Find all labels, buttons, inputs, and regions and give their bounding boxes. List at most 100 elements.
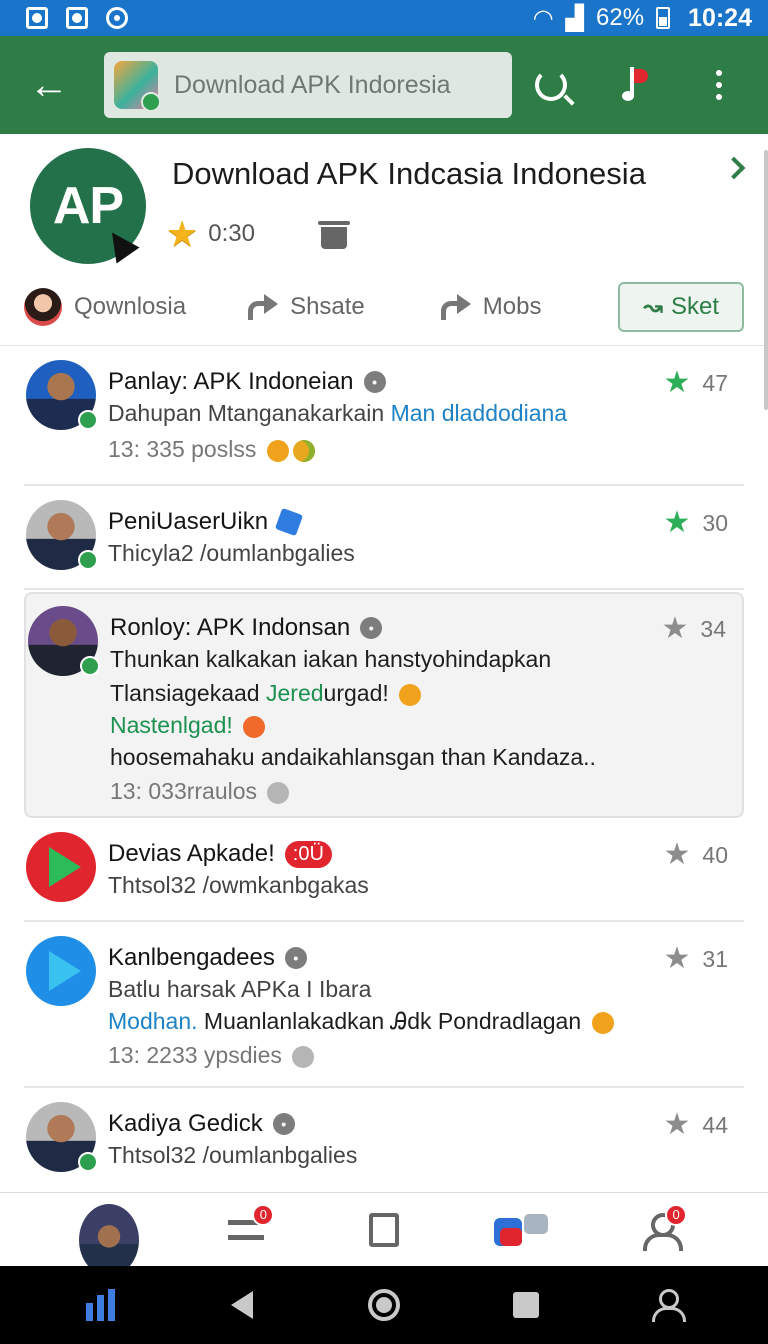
list-item[interactable]: PeniUaserUikn Thicyla2 /oumlanbgalies ★ 3… — [24, 486, 744, 590]
item-line: Dahupan Mtanganakarkain Man dladdodiana — [108, 400, 568, 426]
avatar[interactable] — [26, 500, 98, 570]
play-store-logo[interactable] — [26, 832, 96, 902]
item-name: Devias Apkade!:0Ü — [108, 840, 332, 868]
item-name: Panlay: APK Indoneian • — [108, 368, 386, 396]
clock: 10:24 — [688, 3, 752, 32]
status-bar: ◠ ▟ 62% 10:24 — [0, 0, 768, 36]
item-score[interactable]: ★ 40 — [664, 840, 729, 870]
item-score[interactable]: ★ 44 — [664, 1110, 729, 1140]
gallery-icon — [26, 7, 48, 29]
user-nav-icon[interactable] — [637, 1275, 697, 1335]
rating-value: 0:30 — [208, 220, 255, 247]
scrollbar[interactable] — [764, 150, 768, 410]
sket-button[interactable]: ↝ Sket — [618, 282, 744, 332]
avatar[interactable] — [26, 360, 98, 430]
search-field[interactable]: Download APK Indoresia — [104, 52, 512, 118]
item-meta: 13: 033rraulos — [110, 778, 290, 805]
menu-bars-icon[interactable] — [71, 1275, 131, 1335]
recents-icon[interactable] — [496, 1275, 556, 1335]
item-meta: 13: 2233 ypsdies — [108, 1042, 315, 1069]
item-line: Thtsol32 /owmkanbgakas — [108, 872, 369, 898]
item-line: Modhan. Muanlanlakadkan Ꭿdk Pondradlagan — [108, 1008, 614, 1035]
item-score[interactable]: ★ 31 — [664, 944, 729, 974]
chevron-right-icon[interactable] — [722, 156, 746, 180]
star-icon: ★ — [663, 506, 691, 539]
play-icon — [49, 951, 81, 991]
star-icon: ★ — [166, 213, 199, 254]
download-action-label: Qownlosia — [74, 293, 187, 320]
list-item[interactable]: Kadiya Gedick • Thtsol32 /oumlanbgalies ★… — [24, 1088, 744, 1192]
emoji-icon — [591, 1011, 614, 1034]
info-icon: • — [363, 371, 386, 393]
feed-list: Panlay: APK Indoneian • Dahupan Mtanganak… — [0, 348, 768, 1192]
home-icon[interactable] — [354, 1275, 414, 1335]
notification-badge: 0 — [252, 1203, 275, 1226]
item-link[interactable]: Man dladdodiana — [391, 400, 567, 426]
edit-icon — [368, 1212, 399, 1247]
tab-edit[interactable] — [354, 1200, 414, 1260]
avatar — [78, 1203, 139, 1276]
item-line: hoosemahaku andaikahlansgan than Kandaza… — [110, 744, 596, 770]
refresh-icon[interactable] — [526, 60, 576, 110]
emoji-icon — [266, 439, 289, 462]
share-action[interactable]: Shsate — [246, 293, 365, 321]
item-score[interactable]: ★ 34 — [662, 614, 727, 644]
verified-badge-icon — [80, 656, 100, 676]
item-link[interactable]: Modhan. — [108, 1008, 198, 1034]
back-arrow-icon[interactable]: ← — [24, 60, 74, 110]
tab-swap[interactable]: 0 — [216, 1200, 276, 1260]
info-icon: • — [360, 617, 383, 639]
app-toolbar: ← Download APK Indoresia — [0, 36, 768, 134]
list-item[interactable]: Panlay: APK Indoneian • Dahupan Mtanganak… — [24, 348, 744, 486]
verified-badge-icon — [78, 410, 98, 430]
tab-profile[interactable] — [78, 1200, 139, 1276]
star-icon: ★ — [663, 942, 691, 975]
star-icon: ★ — [663, 366, 691, 399]
app-title: Download APK Indcasia Indonesia — [172, 156, 646, 191]
signal-icon: ▟ — [565, 4, 584, 32]
item-name: Kanlbengadees • — [108, 944, 307, 972]
search-text: Download APK Indoresia — [174, 70, 451, 99]
image-icon — [66, 7, 88, 29]
avatar[interactable] — [28, 606, 100, 676]
back-icon[interactable] — [212, 1275, 272, 1335]
cube-icon — [274, 507, 304, 537]
list-item[interactable]: Devias Apkade!:0Ü Thtsol32 /owmkanbgakas… — [24, 818, 744, 922]
item-name: Kadiya Gedick • — [108, 1110, 295, 1138]
play-icon — [49, 847, 81, 887]
sket-label: Sket — [671, 293, 720, 320]
trash-icon[interactable] — [318, 221, 350, 249]
emoji-icon — [399, 683, 422, 706]
item-score[interactable]: ★ 30 — [664, 508, 729, 538]
share-icon — [246, 294, 279, 320]
status-badge: :0Ü — [284, 840, 332, 868]
star-icon: ★ — [663, 1108, 691, 1141]
sket-icon: ↝ — [642, 293, 664, 321]
item-line: Thtsol32 /oumlanbgalies — [108, 1142, 358, 1168]
music-note-icon[interactable] — [610, 60, 660, 110]
link-icon — [267, 781, 290, 804]
app-header-card: AP Download APK Indcasia Indonesia ★ 0:3… — [0, 134, 768, 346]
item-score[interactable]: ★ 47 — [664, 368, 729, 398]
item-line: Thicyla2 /oumlanbgalies — [108, 540, 355, 566]
avatar — [24, 288, 62, 326]
item-name: PeniUaserUikn — [108, 507, 304, 537]
item-name: Ronloy: APK Indonsan • — [110, 614, 383, 642]
download-action[interactable]: Qownlosia — [24, 288, 186, 326]
list-item[interactable]: Kanlbengadees • Batlu harsak APKa I Ibara… — [24, 922, 744, 1088]
mobs-action[interactable]: Mobs — [439, 293, 542, 321]
record-icon — [106, 7, 128, 29]
wifi-icon: ◠ — [532, 4, 554, 32]
bottom-tab-bar: 0 0 — [0, 1192, 768, 1276]
mobs-action-label: Mobs — [482, 293, 542, 320]
app-thumbnail-icon — [114, 61, 161, 112]
tab-chat[interactable] — [492, 1200, 552, 1260]
tab-account[interactable]: 0 — [629, 1200, 689, 1260]
more-options-icon[interactable] — [694, 60, 744, 110]
emoji-icon — [292, 439, 315, 462]
item-line: Thunkan kalkakan iakan hanstyohindapkan — [110, 646, 552, 672]
list-item-highlighted[interactable]: Ronloy: APK Indonsan • Thunkan kalkakan i… — [24, 592, 744, 818]
play-store-logo[interactable] — [26, 936, 96, 1006]
notification-badge: 0 — [665, 1203, 688, 1226]
avatar[interactable] — [26, 1102, 98, 1172]
